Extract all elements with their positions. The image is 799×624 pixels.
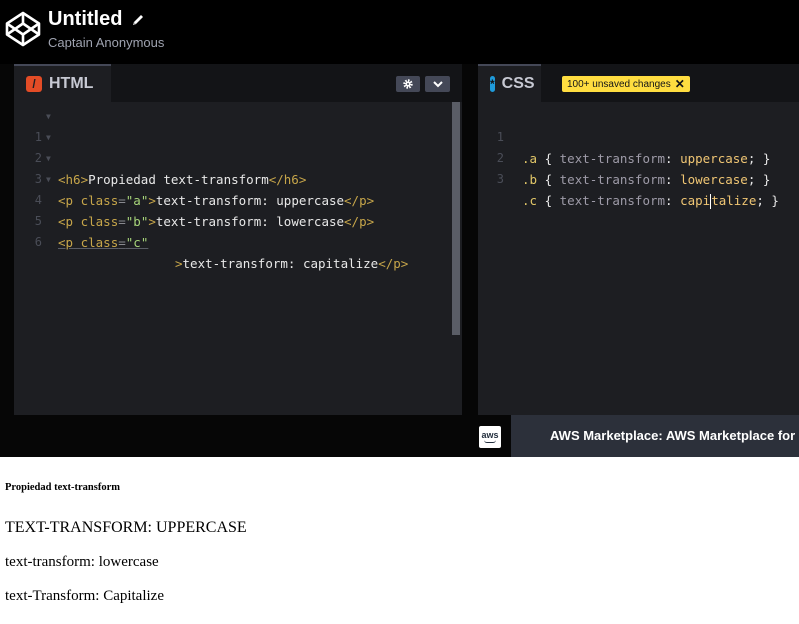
css-asterisk-icon: * [490, 76, 495, 92]
html-code-editor[interactable]: 1 ▼ <h6>Propiedad text-transform</h6> 2 … [14, 106, 462, 271]
css-value: capi [680, 193, 711, 208]
preview-heading: Propiedad text-transform [5, 482, 120, 493]
css-property: text-transform [559, 193, 666, 208]
code-line: 3 ▼ <p class="b">text-transform: lowerca… [14, 148, 462, 229]
html-attr-value: "c" [125, 235, 149, 250]
css-code-editor[interactable]: 1 .a { text-transform: uppercase; } 2 .b… [478, 106, 799, 209]
html-editor-pane: / HTML 1 ▼ <h6>Propiedad text-transform<… [14, 64, 462, 415]
html-attr: class [80, 235, 119, 250]
preview-lowercase-paragraph: text-transform: lowercase [5, 554, 159, 570]
fold-arrow-icon[interactable]: ▼ [46, 106, 51, 127]
css-value: talize [711, 193, 757, 208]
css-brace: } [771, 193, 779, 208]
pane-resize-divider[interactable] [463, 64, 478, 415]
ad-link[interactable]: AWS Marketplace: AWS Marketplace for B [511, 415, 799, 457]
preview-uppercase-paragraph: text-transform: uppercase [5, 519, 247, 536]
pencil-icon[interactable] [131, 13, 145, 27]
code-line: 1 .a { text-transform: uppercase; } [478, 106, 799, 166]
html-pane-tabbar: / HTML [14, 64, 462, 102]
result-preview: Propiedad text-transform text-transform:… [0, 457, 799, 624]
css-semicolon: ; [756, 193, 764, 208]
pen-title-group: Untitled Captain Anonymous [48, 8, 164, 50]
css-colon: : [665, 193, 673, 208]
aws-logo-text: aws [481, 430, 499, 440]
aws-logo-icon[interactable]: aws [479, 426, 501, 448]
tab-css[interactable]: * CSS [478, 64, 541, 102]
code-line: 4 ▼ <p class="c" >text-transform: capita… [14, 169, 462, 271]
css-colon: : [665, 172, 673, 187]
html-tag: </p> [378, 256, 409, 271]
pen-author[interactable]: Captain Anonymous [48, 35, 164, 50]
preview-capitalize-paragraph: text-transform: capitalize [5, 588, 164, 604]
css-property: text-transform [559, 172, 666, 187]
css-pane-tabbar: * CSS 100+ unsaved changes ✕ [478, 64, 799, 102]
code-line: 2 .b { text-transform: lowercase; } [478, 127, 799, 187]
code-line: 2 ▼ <p class="a">text-transform: upperca… [14, 127, 462, 208]
html-editor-scrollbar[interactable] [452, 102, 460, 335]
html-options-button[interactable] [425, 76, 450, 92]
unsaved-changes-badge[interactable]: 100+ unsaved changes ✕ [562, 76, 690, 92]
code-line: 6 [14, 211, 462, 249]
css-selector: .c [522, 193, 538, 208]
line-number: 6 [34, 235, 42, 249]
code-line: 5 [14, 190, 462, 228]
unsaved-changes-label: 100+ unsaved changes [567, 78, 671, 90]
tab-html[interactable]: / HTML [14, 64, 111, 102]
codepen-logo-icon[interactable] [5, 11, 41, 47]
html-slash-icon: / [26, 76, 42, 92]
css-editor-pane: * CSS 100+ unsaved changes ✕ 1 .a { text… [478, 64, 799, 415]
gear-icon [403, 79, 413, 89]
editor-area: / HTML 1 ▼ <h6>Propiedad text-transform<… [0, 64, 799, 415]
html-text: text-transform: capitalize [182, 256, 379, 271]
tab-html-label: HTML [49, 75, 94, 92]
html-settings-button[interactable] [396, 76, 420, 92]
css-value: lowercase [680, 172, 748, 187]
fold-arrow-icon[interactable]: ▼ [46, 169, 51, 190]
fold-arrow-icon[interactable]: ▼ [46, 148, 51, 169]
line-number: 3 [496, 172, 504, 186]
pen-title[interactable]: Untitled [48, 8, 122, 31]
css-brace: { [544, 172, 553, 187]
code-line: 3 .c { text-transform: capitalize; } [478, 148, 799, 209]
css-brace: } [762, 172, 771, 187]
css-semicolon: ; [747, 172, 756, 187]
css-brace: { [544, 193, 553, 208]
ad-bar: aws AWS Marketplace: AWS Marketplace for… [0, 415, 799, 457]
code-line: 1 ▼ <h6>Propiedad text-transform</h6> [14, 106, 462, 187]
tab-css-label: CSS [501, 75, 535, 92]
html-eq: = [118, 235, 126, 250]
close-icon[interactable]: ✕ [675, 77, 685, 91]
chevron-down-icon [432, 81, 443, 88]
app-header: Untitled Captain Anonymous [0, 0, 799, 64]
fold-arrow-icon[interactable]: ▼ [46, 127, 51, 148]
html-tag: > [175, 256, 183, 271]
